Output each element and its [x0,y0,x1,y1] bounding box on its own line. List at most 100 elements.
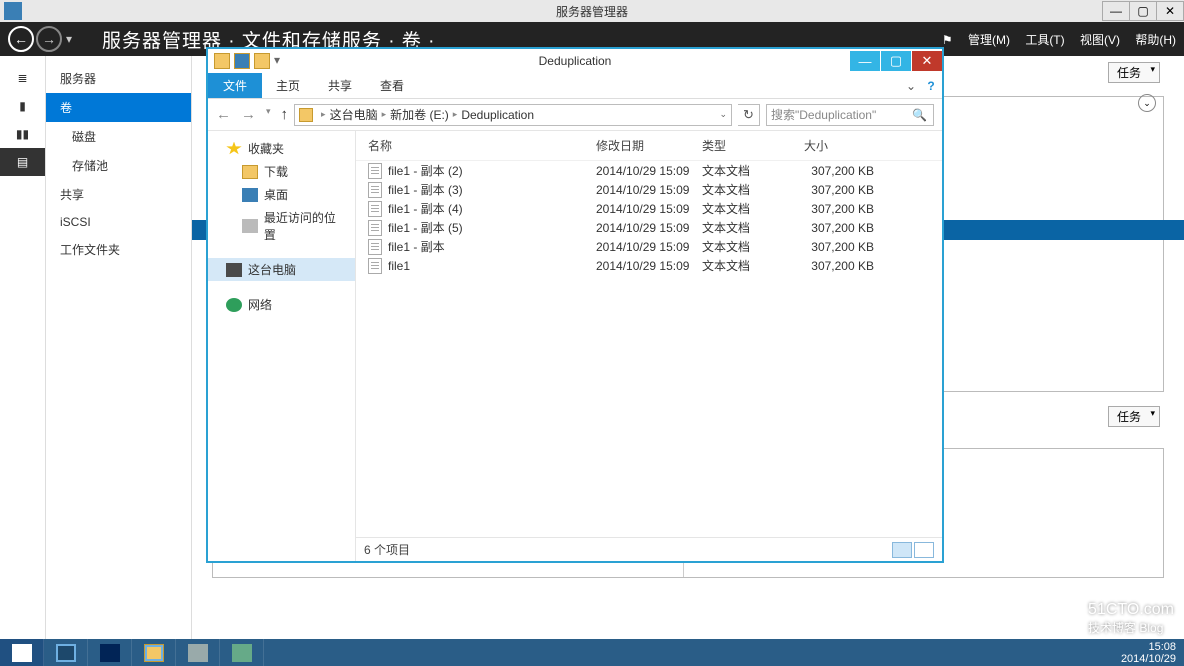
tree-network[interactable]: 网络 [208,293,355,316]
pc-icon [226,263,242,277]
menu-tools[interactable]: 工具(T) [1025,33,1064,47]
system-tray[interactable]: 15:08 2014/10/29 [1121,641,1184,665]
tasks-button-1[interactable]: 任务 [1108,62,1160,83]
tree-downloads[interactable]: 下载 [208,160,355,183]
file-date: 2014/10/29 15:09 [596,240,702,254]
tray-time: 15:08 [1121,641,1176,653]
os-minimize-button[interactable]: — [1102,1,1130,21]
folder-icon [299,108,313,122]
file-row[interactable]: file1 - 副本 (5)2014/10/29 15:09文本文档307,20… [356,218,942,237]
start-button[interactable] [0,639,44,666]
crumb-dropdown-icon[interactable]: ⌄ [719,109,727,120]
column-headers[interactable]: 名称 修改日期 类型 大小 [356,131,942,161]
col-date[interactable]: 修改日期 [596,137,702,154]
file-size: 307,200 KB [804,221,884,235]
rail-local-icon[interactable]: ▮ [0,92,45,120]
qat-dropdown-icon[interactable]: ▾ [274,53,284,69]
nav-volumes[interactable]: 卷 [46,93,191,122]
view-details-button[interactable] [892,542,912,558]
addr-history-icon[interactable]: ▾ [266,106,271,123]
sm-side-nav: 服务器 卷 磁盘 存储池 共享 iSCSI 工作文件夹 [46,56,192,639]
text-file-icon [368,258,382,274]
flag-icon[interactable]: ⚑ [942,33,953,47]
explorer-titlebar[interactable]: ▾ Deduplication — ▢ ✕ [208,49,942,73]
task-powershell[interactable] [88,639,132,666]
task-app-2[interactable] [220,639,264,666]
file-row[interactable]: file12014/10/29 15:09文本文档307,200 KB [356,256,942,275]
view-icons-button[interactable] [914,542,934,558]
task-explorer[interactable] [132,639,176,666]
explorer-task-icon [144,644,164,662]
task-server-manager[interactable] [44,639,88,666]
search-input[interactable]: 搜索"Deduplication" 🔍 [766,104,934,126]
task-app-1[interactable] [176,639,220,666]
os-maximize-button[interactable]: ▢ [1129,1,1157,21]
breadcrumb-box[interactable]: ▸ 这台电脑 ▸ 新加卷 (E:) ▸ Deduplication ⌄ [294,104,732,126]
rail-dashboard-icon[interactable]: ≣ [0,64,45,92]
addr-up-button[interactable]: ↑ [281,106,289,123]
explorer-tree: 收藏夹 下载 桌面 最近访问的位置 这台电脑 网络 [208,131,356,561]
qat-icon-3[interactable] [254,53,270,69]
menu-help[interactable]: 帮助(H) [1135,33,1176,47]
crumb-folder[interactable]: Deduplication [461,108,534,122]
addr-forward-button[interactable]: → [241,106,256,123]
os-close-button[interactable]: ✕ [1156,1,1184,21]
file-row[interactable]: file1 - 副本 (4)2014/10/29 15:09文本文档307,20… [356,199,942,218]
nav-servers[interactable]: 服务器 [46,64,191,93]
nav-forward-button[interactable]: → [36,26,62,52]
nav-pools[interactable]: 存储池 [46,151,191,180]
crumb-pc[interactable]: 这台电脑 [330,106,378,123]
col-type[interactable]: 类型 [702,137,804,154]
explorer-close-button[interactable]: ✕ [912,51,942,71]
recent-icon [242,219,258,233]
file-name: file1 - 副本 (2) [388,162,463,179]
crumb-volume[interactable]: 新加卷 (E:) [390,106,449,123]
rail-all-icon[interactable]: ▮▮ [0,120,45,148]
text-file-icon [368,239,382,255]
category-rail: ≣ ▮ ▮▮ ▤ [0,56,46,639]
qat-icon-1[interactable] [214,53,230,69]
file-row[interactable]: file1 - 副本 (3)2014/10/29 15:09文本文档307,20… [356,180,942,199]
menu-view[interactable]: 视图(V) [1080,33,1120,47]
tree-favorites[interactable]: 收藏夹 [208,137,355,160]
ribbon-tab-file[interactable]: 文件 [208,73,262,98]
explorer-maximize-button[interactable]: ▢ [881,51,911,71]
file-type: 文本文档 [702,238,804,255]
windows-icon [12,644,32,662]
expand-toggle[interactable]: ⌄ [1138,94,1156,112]
explorer-minimize-button[interactable]: — [850,51,880,71]
file-type: 文本文档 [702,219,804,236]
watermark: 51CTO.com 技术博客 Blog [1088,601,1174,636]
col-name[interactable]: 名称 [368,137,596,154]
text-file-icon [368,163,382,179]
app-icon [188,644,208,662]
nav-disks[interactable]: 磁盘 [46,122,191,151]
explorer-window: ▾ Deduplication — ▢ ✕ 文件 主页 共享 查看 ⌄ ? ← … [207,48,943,562]
tree-recent[interactable]: 最近访问的位置 [208,206,355,246]
nav-back-button[interactable]: ← [8,26,34,52]
os-titlebar: 服务器管理器 — ▢ ✕ [0,0,1184,22]
addr-back-button[interactable]: ← [216,106,231,123]
file-pane: 名称 修改日期 类型 大小 file1 - 副本 (2)2014/10/29 1… [356,131,942,561]
tasks-button-2[interactable]: 任务 [1108,406,1160,427]
rail-file-services-icon[interactable]: ▤ [0,148,45,176]
nav-iscsi[interactable]: iSCSI [46,209,191,235]
ribbon-expand-icon[interactable]: ⌄ [902,73,920,98]
nav-shares[interactable]: 共享 [46,180,191,209]
ribbon-tab-home[interactable]: 主页 [262,73,314,98]
file-row[interactable]: file1 - 副本 (2)2014/10/29 15:09文本文档307,20… [356,161,942,180]
ribbon-tab-view[interactable]: 查看 [366,73,418,98]
tree-desktop[interactable]: 桌面 [208,183,355,206]
file-size: 307,200 KB [804,259,884,273]
tree-this-pc[interactable]: 这台电脑 [208,258,355,281]
search-placeholder: 搜索"Deduplication" [771,106,876,123]
menu-manage[interactable]: 管理(M) [968,33,1010,47]
help-icon[interactable]: ? [920,73,942,98]
qat-icon-2[interactable] [234,53,250,69]
file-row[interactable]: file1 - 副本2014/10/29 15:09文本文档307,200 KB [356,237,942,256]
refresh-button[interactable]: ↻ [738,104,760,126]
nav-workfolders[interactable]: 工作文件夹 [46,235,191,264]
col-size[interactable]: 大小 [804,137,884,154]
ribbon-tab-share[interactable]: 共享 [314,73,366,98]
desktop-icon [242,188,258,202]
